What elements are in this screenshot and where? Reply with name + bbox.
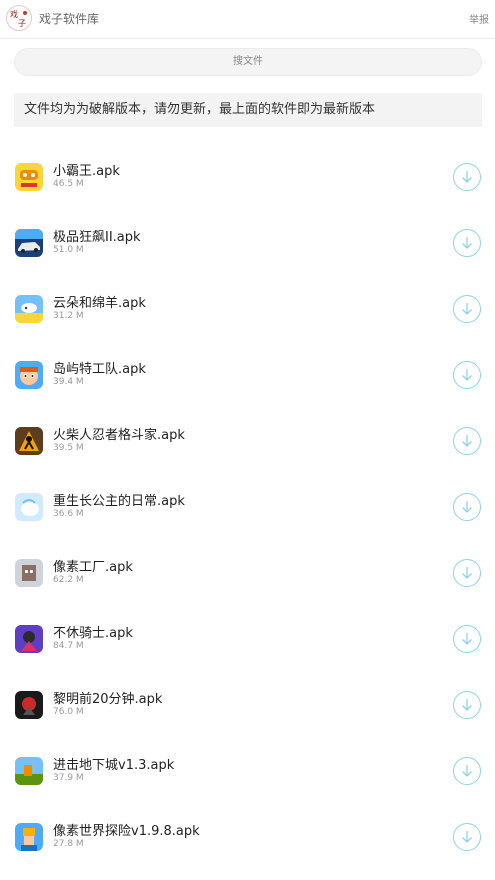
dungeon-icon <box>15 757 43 785</box>
file-row[interactable]: 重生长公主的日常.apk 36.6 M <box>0 475 495 541</box>
file-size: 84.7 M <box>53 641 84 651</box>
file-name[interactable]: 极品狂飙II.apk <box>53 226 141 245</box>
file-size: 62.2 M <box>53 575 84 585</box>
island-squad-icon <box>15 361 43 389</box>
download-icon[interactable] <box>453 229 481 257</box>
download-icon[interactable] <box>453 625 481 653</box>
cloud-sheep-icon <box>15 295 43 323</box>
file-size: 27.8 M <box>53 839 84 849</box>
file-name[interactable]: 不休骑士.apk <box>53 622 133 641</box>
notice-banner: 文件均为为破解版本，请勿更新，最上面的软件即为最新版本 <box>14 93 482 127</box>
file-size: 51.0 M <box>53 245 84 255</box>
download-icon[interactable] <box>453 559 481 587</box>
download-icon[interactable] <box>453 163 481 191</box>
svg-text:戏: 戏 <box>10 9 18 19</box>
download-icon[interactable] <box>453 757 481 785</box>
file-name[interactable]: 像素工厂.apk <box>53 556 133 575</box>
pixel-world-icon <box>15 823 43 851</box>
pixel-factory-icon <box>15 559 43 587</box>
dawn-20min-icon <box>15 691 43 719</box>
report-link[interactable]: 举报 <box>469 11 489 26</box>
svg-text:子: 子 <box>18 19 26 28</box>
download-icon[interactable] <box>453 493 481 521</box>
xiaobawang-icon <box>15 163 43 191</box>
file-size: 46.5 M <box>53 179 84 189</box>
file-name[interactable]: 岛屿特工队.apk <box>53 358 146 377</box>
file-name[interactable]: 像素世界探险v1.9.8.apk <box>53 820 200 839</box>
file-list: 小霸王.apk 46.5 M 极品狂飙II.apk 51.0 M 云朵和绵羊.a… <box>0 145 495 871</box>
search-button[interactable]: 搜文件 <box>14 48 482 76</box>
stickman-ninja-icon <box>15 427 43 455</box>
file-row[interactable]: 云朵和绵羊.apk 31.2 M <box>0 277 495 343</box>
file-name[interactable]: 小霸王.apk <box>53 160 120 179</box>
file-size: 37.9 M <box>53 773 84 783</box>
file-row[interactable]: 极品狂飙II.apk 51.0 M <box>0 211 495 277</box>
file-row[interactable]: 火柴人忍者格斗家.apk 39.5 M <box>0 409 495 475</box>
xizi-logo-icon: 戏 子 <box>6 5 32 31</box>
file-name[interactable]: 进击地下城v1.3.apk <box>53 754 174 773</box>
header: 戏 子 戏子软件库 举报 <box>0 0 495 39</box>
file-row[interactable]: 进击地下城v1.3.apk 37.9 M <box>0 739 495 805</box>
file-row[interactable]: 黎明前20分钟.apk 76.0 M <box>0 673 495 739</box>
download-icon[interactable] <box>453 691 481 719</box>
download-icon[interactable] <box>453 823 481 851</box>
file-row[interactable]: 不休骑士.apk 84.7 M <box>0 607 495 673</box>
file-size: 36.6 M <box>53 509 84 519</box>
file-row[interactable]: 像素工厂.apk 62.2 M <box>0 541 495 607</box>
file-row[interactable]: 像素世界探险v1.9.8.apk 27.8 M <box>0 805 495 871</box>
file-name[interactable]: 云朵和绵羊.apk <box>53 292 146 311</box>
app-title: 戏子软件库 <box>39 12 100 26</box>
file-name[interactable]: 黎明前20分钟.apk <box>53 688 162 707</box>
download-icon[interactable] <box>453 361 481 389</box>
file-size: 39.4 M <box>53 377 84 387</box>
download-icon[interactable] <box>453 295 481 323</box>
file-row[interactable]: 小霸王.apk 46.5 M <box>0 145 495 211</box>
racing-car-icon <box>15 229 43 257</box>
file-size: 76.0 M <box>53 707 84 717</box>
file-name[interactable]: 火柴人忍者格斗家.apk <box>53 424 185 443</box>
knight-icon <box>15 625 43 653</box>
file-row[interactable]: 岛屿特工队.apk 39.4 M <box>0 343 495 409</box>
download-icon[interactable] <box>453 427 481 455</box>
princess-icon <box>15 493 43 521</box>
file-size: 31.2 M <box>53 311 84 321</box>
file-name[interactable]: 重生长公主的日常.apk <box>53 490 185 509</box>
file-size: 39.5 M <box>53 443 84 453</box>
